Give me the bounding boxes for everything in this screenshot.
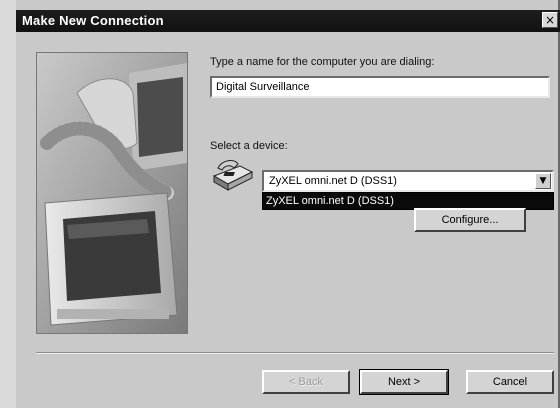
device-select-value: ZyXEL omni.net D (DSS1) xyxy=(269,175,397,187)
configure-button[interactable]: Configure... xyxy=(414,208,526,232)
device-option[interactable]: ZyXEL omni.net D (DSS1) xyxy=(263,193,553,209)
dialog-left-edge xyxy=(0,0,16,408)
window-title: Make New Connection xyxy=(22,13,164,28)
device-select[interactable]: ZyXEL omni.net D (DSS1) ▼ xyxy=(262,170,554,192)
computer-name-input[interactable]: Digital Surveillance xyxy=(210,76,550,98)
computer-illustration-icon xyxy=(37,53,187,333)
next-button[interactable]: Next > xyxy=(359,369,449,395)
make-new-connection-dialog: Make New Connection × Type a name for th… xyxy=(0,0,560,408)
close-icon: × xyxy=(544,13,556,27)
title-bar[interactable]: Make New Connection × xyxy=(16,10,560,32)
wizard-illustration xyxy=(36,52,188,334)
select-device-label: Select a device: xyxy=(210,140,288,152)
computer-name-label: Type a name for the computer you are dia… xyxy=(210,56,435,68)
dropdown-arrow-button[interactable]: ▼ xyxy=(535,173,551,189)
chevron-down-icon: ▼ xyxy=(539,176,547,186)
close-button[interactable]: × xyxy=(542,12,558,28)
modem-icon xyxy=(210,158,254,192)
cancel-button[interactable]: Cancel xyxy=(466,370,554,394)
back-button[interactable]: < Back xyxy=(262,370,350,394)
separator xyxy=(36,352,554,354)
